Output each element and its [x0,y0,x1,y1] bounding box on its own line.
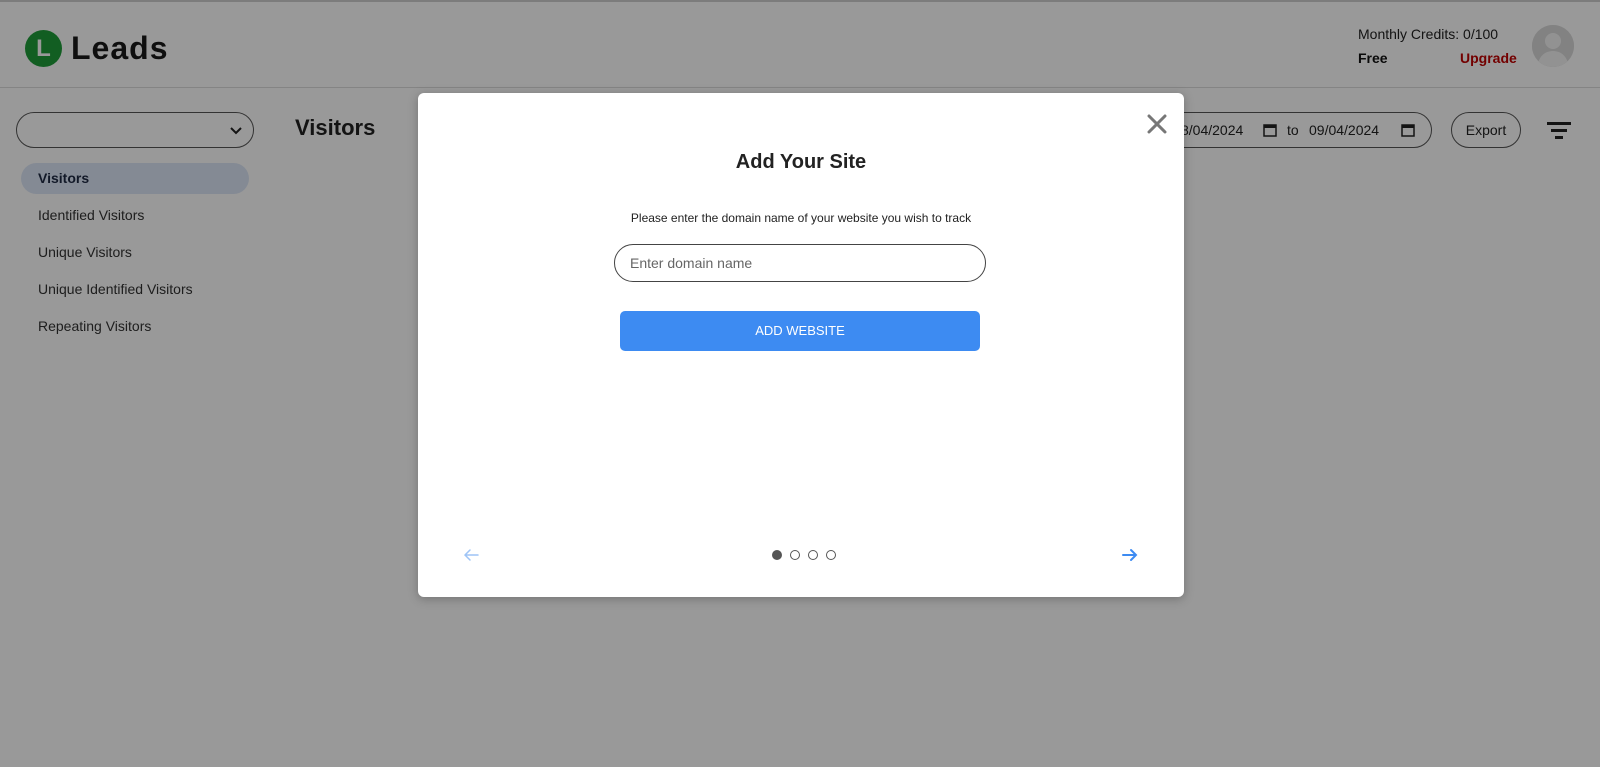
step-dot[interactable] [808,550,818,560]
arrow-right-icon[interactable] [1121,548,1139,562]
step-dot[interactable] [826,550,836,560]
modal-title: Add Your Site [735,151,867,173]
add-site-modal: Add Your Site Please enter the domain na… [418,93,1184,597]
add-website-button[interactable]: ADD WEBSITE [620,311,980,351]
step-dot[interactable] [772,550,782,560]
arrow-left-icon[interactable] [462,548,480,562]
close-icon[interactable] [1146,113,1168,135]
modal-subtitle: Please enter the domain name of your web… [630,211,972,225]
step-indicator [772,550,836,560]
step-dot[interactable] [790,550,800,560]
domain-name-input[interactable] [614,244,986,282]
